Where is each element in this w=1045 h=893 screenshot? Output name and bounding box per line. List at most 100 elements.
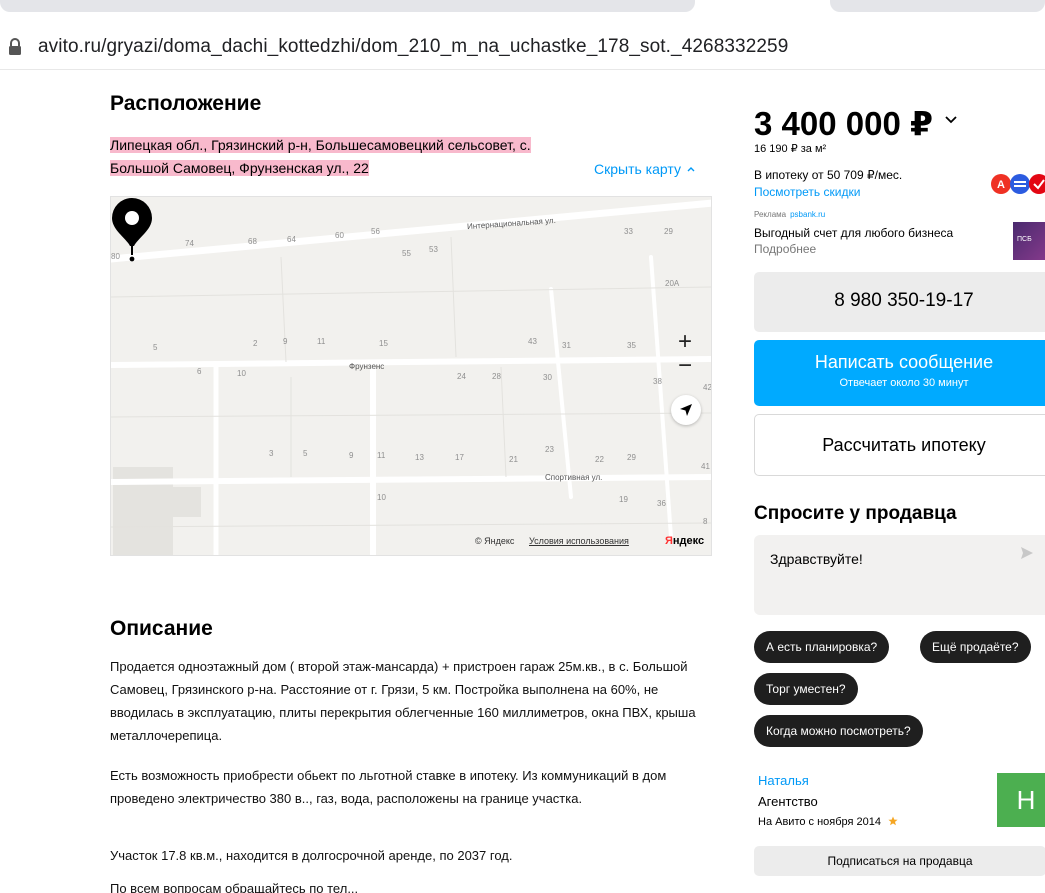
- chevron-down-icon[interactable]: [944, 112, 958, 126]
- address-bar[interactable]: avito.ru/gryazi/doma_dachi_kottedzhi/dom…: [0, 24, 1045, 70]
- house-number: 5: [153, 343, 158, 352]
- ad-more-link[interactable]: Подробнее: [754, 242, 816, 256]
- view-discounts-link[interactable]: Посмотреть скидки: [754, 185, 860, 199]
- address: Липецкая обл., Грязинский р-н, Большесам…: [110, 134, 600, 180]
- house-number: 33: [624, 227, 633, 236]
- house-number: 6: [197, 367, 202, 376]
- house-number: 20А: [665, 279, 680, 288]
- price-per-m2: 16 190 ₽ за м²: [754, 143, 827, 155]
- location-heading: Расположение: [110, 92, 262, 115]
- house-number: 55: [402, 249, 411, 258]
- house-number: 64: [287, 235, 296, 244]
- ad-thumbnail[interactable]: ПСБ: [1013, 222, 1045, 260]
- write-message-button[interactable]: Написать сообщение Отвечает около 30 мин…: [754, 340, 1045, 406]
- chevron-up-icon: [687, 167, 695, 172]
- house-number: 60: [335, 231, 344, 240]
- house-number: 36: [657, 499, 666, 508]
- message-text[interactable]: Здравствуйте!: [770, 551, 863, 567]
- house-number: 23: [545, 445, 554, 454]
- ad-row: Реклама psbank.ru: [754, 210, 825, 219]
- hide-map-label: Скрыть карту: [594, 161, 681, 177]
- house-number: 21: [509, 455, 518, 464]
- seller-type: Агентство: [758, 794, 818, 809]
- house-number: 68: [248, 237, 257, 246]
- description-paragraph: Продается одноэтажный дом ( второй этаж-…: [110, 659, 696, 743]
- quick-question-chip[interactable]: Торг уместен?: [754, 673, 858, 705]
- house-number: 13: [415, 453, 424, 462]
- hide-map-link[interactable]: Скрыть карту: [594, 161, 695, 177]
- map-copyright: © Яндекс: [475, 536, 515, 546]
- house-number: 31: [562, 341, 571, 350]
- house-number: 56: [371, 227, 380, 236]
- send-icon[interactable]: [1020, 546, 1034, 560]
- tab-strip: [0, 0, 1045, 16]
- seller-since-text: На Авито с ноября 2014: [758, 816, 882, 828]
- house-number: 11: [317, 337, 326, 346]
- ask-seller-heading: Спросите у продавца: [754, 503, 957, 524]
- subscribe-seller-button[interactable]: Подписаться на продавца: [754, 846, 1045, 876]
- ad-label: Реклама: [754, 210, 787, 219]
- quick-question-chip[interactable]: Когда можно посмотреть?: [754, 715, 923, 747]
- house-number: 8: [703, 517, 708, 526]
- house-number: 53: [429, 245, 438, 254]
- seller-avatar[interactable]: Н: [997, 773, 1045, 827]
- show-phone-button[interactable]: 8 980 350-19-17: [754, 272, 1045, 332]
- seller-since: На Авито с ноября 2014: [758, 816, 898, 828]
- house-number: 11: [377, 451, 386, 460]
- browser-tab[interactable]: [0, 0, 695, 12]
- lock-icon: [9, 38, 21, 55]
- browser-tab[interactable]: [830, 0, 1045, 12]
- house-number: 29: [627, 453, 636, 462]
- house-number: 43: [528, 337, 537, 346]
- house-number: 10: [377, 493, 386, 502]
- url-text[interactable]: avito.ru/gryazi/doma_dachi_kottedzhi/dom…: [38, 36, 788, 58]
- house-number: 10: [237, 369, 246, 378]
- house-number: 30: [543, 373, 552, 382]
- ad-thumb-text: ПСБ: [1017, 236, 1032, 243]
- svg-text:А: А: [997, 179, 1005, 191]
- address-line-2: Большой Самовец, Фрунзенская ул., 22: [110, 160, 369, 176]
- ad-title[interactable]: Выгодный счет для любого бизнеса: [754, 226, 953, 240]
- seller-name-link[interactable]: Наталья: [758, 773, 809, 788]
- street-label: Фрунзенс: [349, 362, 385, 371]
- yandex-logo[interactable]: Яндекс: [665, 535, 704, 547]
- yandex-logo-red: Я: [665, 535, 673, 547]
- bank-logos-icon: А: [991, 174, 1045, 194]
- calculate-mortgage-button[interactable]: Рассчитать ипотеку: [754, 414, 1045, 476]
- house-number: 41: [701, 462, 710, 471]
- house-number: 17: [455, 453, 464, 462]
- mortgage-text: В ипотеку от 50 709 ₽/мес.: [754, 168, 903, 182]
- house-number: 15: [379, 339, 388, 348]
- message-input[interactable]: Здравствуйте!: [754, 535, 1045, 615]
- house-number: 38: [653, 377, 662, 386]
- house-number: 9: [349, 451, 354, 460]
- quick-question-chip[interactable]: А есть планировка?: [754, 631, 890, 663]
- house-number: 24: [457, 372, 466, 381]
- house-number: 5: [303, 449, 308, 458]
- write-message-label: Написать сообщение: [814, 352, 994, 372]
- description-paragraph: По всем вопросам обращайтесь по тел...: [110, 881, 359, 893]
- response-time: Отвечает около 30 минут: [839, 377, 969, 389]
- description-paragraph: Есть возможность приобрести обьект по ль…: [110, 768, 667, 806]
- map[interactable]: Интернациональная ул. Фрунзенс Спортивна…: [110, 196, 712, 556]
- ad-domain-link[interactable]: psbank.ru: [790, 210, 825, 219]
- badge-icon: [888, 816, 898, 826]
- description-heading: Описание: [110, 617, 213, 640]
- house-number: 2: [253, 339, 258, 348]
- street-label: Спортивная ул.: [545, 473, 603, 482]
- zoom-in-button[interactable]: +: [673, 330, 697, 354]
- address-line-1: Липецкая обл., Грязинский р-н, Большесам…: [110, 137, 531, 153]
- house-number: 3: [269, 449, 274, 458]
- navigation-arrow-icon: [680, 404, 692, 416]
- house-number: 74: [185, 239, 194, 248]
- house-number: 19: [619, 495, 628, 504]
- house-number: 42: [703, 383, 712, 392]
- quick-question-chip[interactable]: Ещё продаёте?: [920, 631, 1031, 663]
- description-paragraph: Участок 17.8 кв.м., находится в долгосро…: [110, 848, 513, 863]
- geolocation-button[interactable]: [671, 395, 701, 425]
- house-number: 22: [595, 455, 604, 464]
- house-number: 28: [492, 372, 501, 381]
- map-terms-link[interactable]: Условия использования: [529, 536, 629, 546]
- zoom-out-button[interactable]: −: [673, 354, 697, 378]
- price: 3 400 000 ₽: [754, 105, 933, 142]
